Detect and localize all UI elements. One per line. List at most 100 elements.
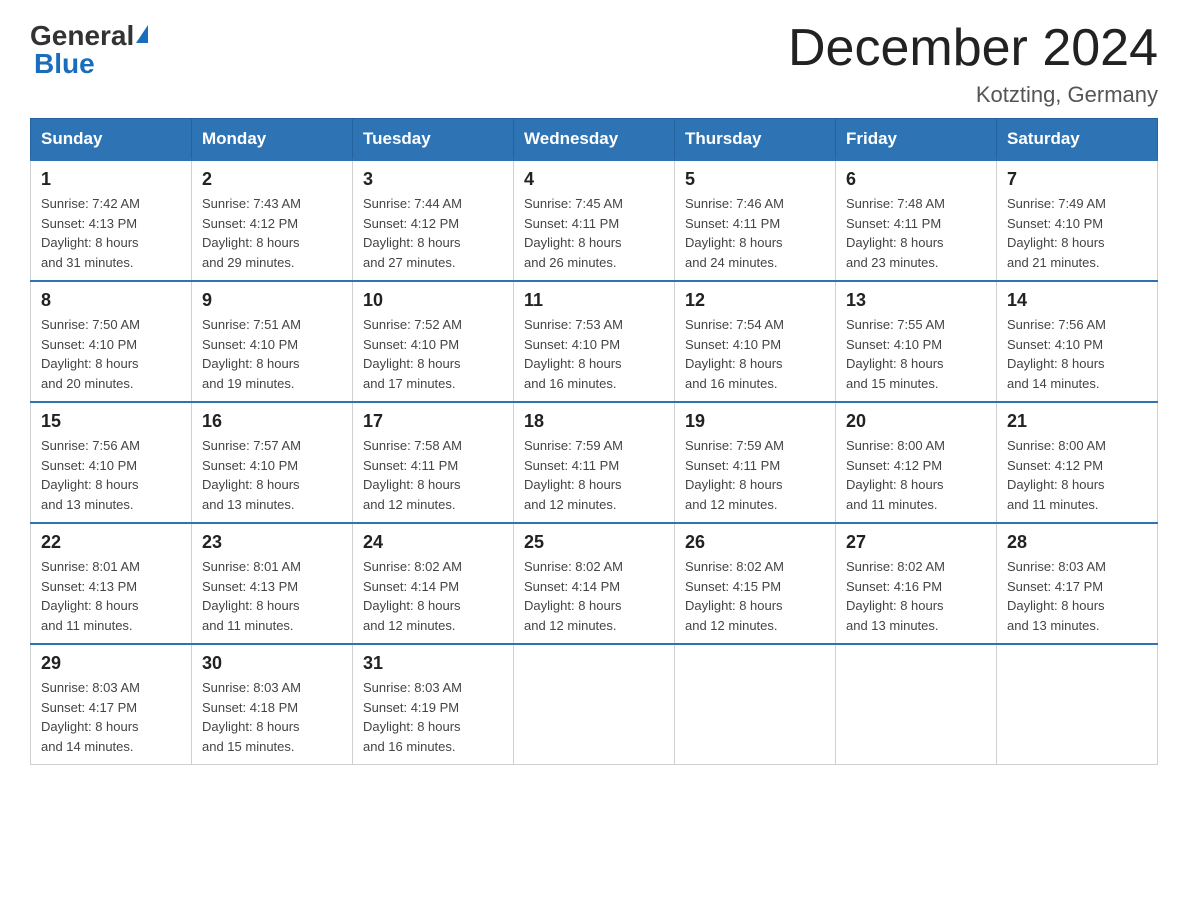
day-info: Sunrise: 7:52 AMSunset: 4:10 PMDaylight:… [363,317,462,391]
day-number: 27 [846,532,986,553]
day-info: Sunrise: 8:02 AMSunset: 4:15 PMDaylight:… [685,559,784,633]
day-number: 6 [846,169,986,190]
calendar-cell: 5 Sunrise: 7:46 AMSunset: 4:11 PMDayligh… [675,160,836,281]
week-row-1: 1 Sunrise: 7:42 AMSunset: 4:13 PMDayligh… [31,160,1158,281]
day-number: 31 [363,653,503,674]
calendar-cell: 16 Sunrise: 7:57 AMSunset: 4:10 PMDaylig… [192,402,353,523]
calendar-cell: 10 Sunrise: 7:52 AMSunset: 4:10 PMDaylig… [353,281,514,402]
calendar-cell: 11 Sunrise: 7:53 AMSunset: 4:10 PMDaylig… [514,281,675,402]
day-info: Sunrise: 8:02 AMSunset: 4:14 PMDaylight:… [363,559,462,633]
day-number: 8 [41,290,181,311]
day-number: 1 [41,169,181,190]
week-row-5: 29 Sunrise: 8:03 AMSunset: 4:17 PMDaylig… [31,644,1158,765]
day-number: 3 [363,169,503,190]
day-info: Sunrise: 7:53 AMSunset: 4:10 PMDaylight:… [524,317,623,391]
calendar-cell: 20 Sunrise: 8:00 AMSunset: 4:12 PMDaylig… [836,402,997,523]
logo-triangle-icon [136,25,148,43]
header-wednesday: Wednesday [514,119,675,161]
day-info: Sunrise: 7:55 AMSunset: 4:10 PMDaylight:… [846,317,945,391]
calendar-cell: 1 Sunrise: 7:42 AMSunset: 4:13 PMDayligh… [31,160,192,281]
calendar-cell: 15 Sunrise: 7:56 AMSunset: 4:10 PMDaylig… [31,402,192,523]
day-number: 10 [363,290,503,311]
title-section: December 2024 Kotzting, Germany [788,20,1158,108]
day-info: Sunrise: 7:59 AMSunset: 4:11 PMDaylight:… [524,438,623,512]
day-number: 5 [685,169,825,190]
day-info: Sunrise: 7:46 AMSunset: 4:11 PMDaylight:… [685,196,784,270]
calendar-cell: 25 Sunrise: 8:02 AMSunset: 4:14 PMDaylig… [514,523,675,644]
header-friday: Friday [836,119,997,161]
day-info: Sunrise: 8:02 AMSunset: 4:16 PMDaylight:… [846,559,945,633]
calendar-cell: 2 Sunrise: 7:43 AMSunset: 4:12 PMDayligh… [192,160,353,281]
calendar-cell: 22 Sunrise: 8:01 AMSunset: 4:13 PMDaylig… [31,523,192,644]
day-info: Sunrise: 7:43 AMSunset: 4:12 PMDaylight:… [202,196,301,270]
main-title: December 2024 [788,20,1158,77]
day-number: 14 [1007,290,1147,311]
day-number: 19 [685,411,825,432]
calendar-cell: 31 Sunrise: 8:03 AMSunset: 4:19 PMDaylig… [353,644,514,765]
calendar-cell [997,644,1158,765]
day-info: Sunrise: 8:01 AMSunset: 4:13 PMDaylight:… [202,559,301,633]
calendar-cell: 13 Sunrise: 7:55 AMSunset: 4:10 PMDaylig… [836,281,997,402]
day-number: 2 [202,169,342,190]
day-info: Sunrise: 7:44 AMSunset: 4:12 PMDaylight:… [363,196,462,270]
page-header: General Blue December 2024 Kotzting, Ger… [30,20,1158,108]
day-info: Sunrise: 7:42 AMSunset: 4:13 PMDaylight:… [41,196,140,270]
day-number: 16 [202,411,342,432]
calendar-cell: 3 Sunrise: 7:44 AMSunset: 4:12 PMDayligh… [353,160,514,281]
day-info: Sunrise: 8:03 AMSunset: 4:17 PMDaylight:… [1007,559,1106,633]
day-info: Sunrise: 8:03 AMSunset: 4:18 PMDaylight:… [202,680,301,754]
day-number: 15 [41,411,181,432]
calendar-cell: 12 Sunrise: 7:54 AMSunset: 4:10 PMDaylig… [675,281,836,402]
calendar-cell: 28 Sunrise: 8:03 AMSunset: 4:17 PMDaylig… [997,523,1158,644]
header-thursday: Thursday [675,119,836,161]
week-row-3: 15 Sunrise: 7:56 AMSunset: 4:10 PMDaylig… [31,402,1158,523]
day-number: 26 [685,532,825,553]
calendar-cell [514,644,675,765]
calendar-cell: 26 Sunrise: 8:02 AMSunset: 4:15 PMDaylig… [675,523,836,644]
calendar-cell: 23 Sunrise: 8:01 AMSunset: 4:13 PMDaylig… [192,523,353,644]
day-number: 29 [41,653,181,674]
day-info: Sunrise: 7:54 AMSunset: 4:10 PMDaylight:… [685,317,784,391]
day-info: Sunrise: 7:48 AMSunset: 4:11 PMDaylight:… [846,196,945,270]
calendar-cell: 7 Sunrise: 7:49 AMSunset: 4:10 PMDayligh… [997,160,1158,281]
header-monday: Monday [192,119,353,161]
calendar-cell: 24 Sunrise: 8:02 AMSunset: 4:14 PMDaylig… [353,523,514,644]
day-number: 12 [685,290,825,311]
day-number: 25 [524,532,664,553]
week-row-2: 8 Sunrise: 7:50 AMSunset: 4:10 PMDayligh… [31,281,1158,402]
day-info: Sunrise: 7:57 AMSunset: 4:10 PMDaylight:… [202,438,301,512]
day-number: 23 [202,532,342,553]
day-info: Sunrise: 8:03 AMSunset: 4:17 PMDaylight:… [41,680,140,754]
header-tuesday: Tuesday [353,119,514,161]
day-info: Sunrise: 7:45 AMSunset: 4:11 PMDaylight:… [524,196,623,270]
calendar-cell: 14 Sunrise: 7:56 AMSunset: 4:10 PMDaylig… [997,281,1158,402]
calendar-table: Sunday Monday Tuesday Wednesday Thursday… [30,118,1158,765]
logo-blue: Blue [34,48,95,80]
day-number: 28 [1007,532,1147,553]
day-number: 4 [524,169,664,190]
day-number: 18 [524,411,664,432]
day-number: 30 [202,653,342,674]
calendar-cell: 30 Sunrise: 8:03 AMSunset: 4:18 PMDaylig… [192,644,353,765]
day-info: Sunrise: 7:56 AMSunset: 4:10 PMDaylight:… [41,438,140,512]
day-info: Sunrise: 7:51 AMSunset: 4:10 PMDaylight:… [202,317,301,391]
calendar-cell: 29 Sunrise: 8:03 AMSunset: 4:17 PMDaylig… [31,644,192,765]
day-info: Sunrise: 8:00 AMSunset: 4:12 PMDaylight:… [846,438,945,512]
day-number: 9 [202,290,342,311]
header-saturday: Saturday [997,119,1158,161]
calendar-cell [675,644,836,765]
header-sunday: Sunday [31,119,192,161]
day-info: Sunrise: 7:58 AMSunset: 4:11 PMDaylight:… [363,438,462,512]
logo: General Blue [30,20,148,80]
day-number: 20 [846,411,986,432]
calendar-cell: 6 Sunrise: 7:48 AMSunset: 4:11 PMDayligh… [836,160,997,281]
calendar-cell: 18 Sunrise: 7:59 AMSunset: 4:11 PMDaylig… [514,402,675,523]
day-number: 13 [846,290,986,311]
week-row-4: 22 Sunrise: 8:01 AMSunset: 4:13 PMDaylig… [31,523,1158,644]
calendar-cell: 17 Sunrise: 7:58 AMSunset: 4:11 PMDaylig… [353,402,514,523]
calendar-cell [836,644,997,765]
day-info: Sunrise: 8:02 AMSunset: 4:14 PMDaylight:… [524,559,623,633]
calendar-cell: 27 Sunrise: 8:02 AMSunset: 4:16 PMDaylig… [836,523,997,644]
day-number: 7 [1007,169,1147,190]
day-info: Sunrise: 8:03 AMSunset: 4:19 PMDaylight:… [363,680,462,754]
